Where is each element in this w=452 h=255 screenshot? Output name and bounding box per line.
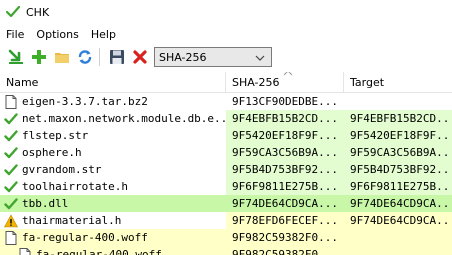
file-name: fa-regular-400.woff bbox=[36, 248, 162, 255]
download-arrow-icon bbox=[8, 49, 23, 64]
algorithm-select[interactable]: SHA-256 bbox=[154, 47, 272, 67]
menu-file[interactable]: File bbox=[0, 28, 30, 41]
warning-icon bbox=[4, 213, 18, 228]
target-value: 9F5B4D753BF92... bbox=[344, 161, 452, 178]
target-value bbox=[344, 246, 452, 255]
file-name: fa-regular-400.woff bbox=[22, 231, 148, 244]
sha-value: 9F78EFD6FECEF... bbox=[232, 214, 338, 227]
column-header-name[interactable]: Name bbox=[0, 72, 226, 92]
table-row[interactable]: fa-regular-400.woff 9F982C59382F0... bbox=[0, 246, 452, 255]
row-name-cell: fa-regular-400.woff bbox=[0, 246, 226, 255]
file-name: gvrandom.str bbox=[22, 163, 102, 176]
table-row[interactable]: eigen-3.3.7.tar.bz2 9F13CF90DEDBE... bbox=[0, 93, 452, 110]
toolbar-separator bbox=[99, 48, 100, 66]
file-name: eigen-3.3.7.tar.bz2 bbox=[22, 95, 148, 108]
target-value: 9F4EBFB15B2CD... bbox=[344, 110, 452, 127]
table-row[interactable]: net.maxon.network.module.db.e... 9F4EBFB1… bbox=[0, 110, 452, 127]
file-name: thairmaterial.h bbox=[22, 214, 122, 227]
table-row[interactable]: osphere.h 9F59CA3C56B9A... 9F59CA3C56B9A..… bbox=[0, 144, 452, 161]
file-name: osphere.h bbox=[22, 146, 82, 159]
menu-help[interactable]: Help bbox=[85, 28, 122, 41]
sha-value: 9F5B4D753BF92... bbox=[226, 161, 344, 178]
toolbar: SHA-256 bbox=[0, 44, 452, 70]
table-row[interactable]: thairmaterial.h 9F78EFD6FECEF... 9F74DE64C… bbox=[0, 212, 452, 229]
row-name-cell: thairmaterial.h bbox=[0, 212, 226, 229]
target-value bbox=[344, 93, 452, 110]
target-value: 9F59CA3C56B9A... bbox=[344, 144, 452, 161]
file-list[interactable]: Name SHA-256 Target eigen-3.3.7.tar.bz2 9… bbox=[0, 72, 452, 255]
check-icon bbox=[4, 197, 18, 211]
row-name-cell: fa-regular-400.woff bbox=[0, 229, 226, 246]
refresh-icon bbox=[78, 50, 92, 64]
row-name-cell: gvrandom.str bbox=[0, 161, 226, 178]
column-header-target[interactable]: Target bbox=[344, 72, 452, 92]
sha-value: 9F6F9811E275B... bbox=[226, 178, 344, 195]
sha-value: 9F4EBFB15B2CD... bbox=[226, 110, 344, 127]
file-icon bbox=[4, 230, 18, 245]
row-name-cell: tbb.dll bbox=[0, 195, 226, 212]
save-button[interactable] bbox=[107, 47, 127, 67]
target-value: 9F74DE64CD9CA... bbox=[350, 197, 452, 210]
sha-value: 9F5420EF18F9F... bbox=[226, 127, 344, 144]
row-name-cell: osphere.h bbox=[0, 144, 226, 161]
target-value: 9F74DE64CD9CA... bbox=[350, 214, 452, 227]
sort-ascending-icon bbox=[283, 72, 293, 79]
menu-bar: File Options Help bbox=[0, 25, 452, 43]
row-name-cell: flstep.str bbox=[0, 127, 226, 144]
list-header: Name SHA-256 Target bbox=[0, 72, 452, 93]
list-rows: eigen-3.3.7.tar.bz2 9F13CF90DEDBE... net.m… bbox=[0, 93, 452, 255]
red-x-icon bbox=[133, 50, 147, 64]
row-name-cell: net.maxon.network.module.db.e... bbox=[0, 110, 226, 127]
file-icon bbox=[18, 247, 32, 255]
folder-icon bbox=[55, 53, 69, 63]
target-value: 9F5420EF18F9F... bbox=[344, 127, 452, 144]
verify-button[interactable] bbox=[6, 47, 26, 67]
check-icon bbox=[4, 146, 18, 160]
table-row[interactable]: flstep.str 9F5420EF18F9F... 9F5420EF18F9F.… bbox=[0, 127, 452, 144]
window-title: CHK bbox=[26, 5, 50, 19]
check-icon bbox=[4, 112, 18, 126]
title-bar: CHK bbox=[0, 0, 452, 24]
add-button[interactable] bbox=[29, 47, 49, 67]
refresh-button[interactable] bbox=[75, 47, 95, 67]
file-icon bbox=[4, 94, 18, 109]
sha-value: 9F982C59382F0... bbox=[226, 246, 344, 255]
file-name: net.maxon.network.module.db.e... bbox=[22, 112, 226, 125]
sha-value: 9F59CA3C56B9A... bbox=[226, 144, 344, 161]
row-name-cell: toolhairrotate.h bbox=[0, 178, 226, 195]
open-folder-button[interactable] bbox=[52, 47, 72, 67]
remove-button[interactable] bbox=[130, 47, 150, 67]
file-name: flstep.str bbox=[22, 129, 89, 142]
algorithm-value: SHA-256 bbox=[159, 50, 207, 64]
check-icon bbox=[4, 180, 18, 194]
target-value: 9F6F9811E275B... bbox=[344, 178, 452, 195]
target-value bbox=[344, 229, 452, 246]
sha-value: 9F13CF90DEDBE... bbox=[232, 95, 338, 108]
floppy-icon bbox=[110, 50, 124, 64]
check-icon bbox=[4, 163, 18, 177]
row-name-cell: eigen-3.3.7.tar.bz2 bbox=[0, 93, 226, 110]
check-icon bbox=[5, 5, 21, 19]
check-icon bbox=[4, 129, 18, 143]
menu-options[interactable]: Options bbox=[30, 28, 84, 41]
file-name: toolhairrotate.h bbox=[22, 180, 128, 193]
table-row[interactable]: fa-regular-400.woff 9F982C59382F0... bbox=[0, 229, 452, 246]
sha-value: 9F74DE64CD9CA... bbox=[232, 197, 338, 210]
table-row[interactable]: tbb.dll 9F74DE64CD9CA... 9F74DE64CD9CA... bbox=[0, 195, 452, 212]
table-row[interactable]: toolhairrotate.h 9F6F9811E275B... 9F6F9811… bbox=[0, 178, 452, 195]
chevron-down-icon bbox=[255, 51, 265, 64]
file-name: tbb.dll bbox=[22, 197, 69, 210]
sha-value: 9F982C59382F0... bbox=[226, 229, 344, 246]
table-row[interactable]: gvrandom.str 9F5B4D753BF92... 9F5B4D753BF9… bbox=[0, 161, 452, 178]
plus-icon bbox=[32, 50, 46, 64]
